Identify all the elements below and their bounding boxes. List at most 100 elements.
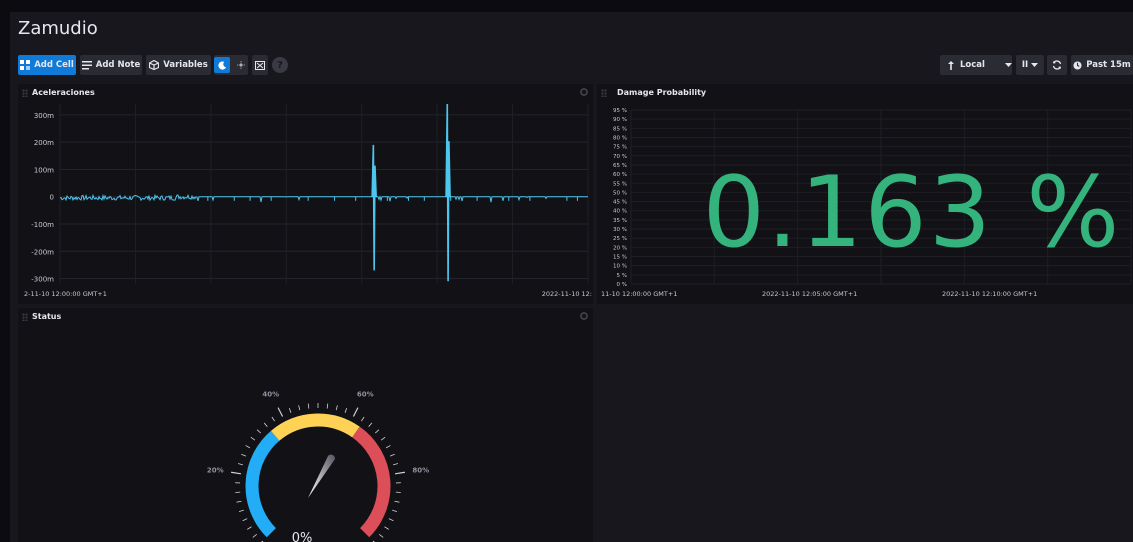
dashboard-toolbar: Add Cell Add Note Variables ? Local II P…	[18, 55, 1133, 75]
y-tick-label: 200m	[34, 139, 54, 147]
add-note-icon	[81, 60, 92, 70]
refresh-icon	[1052, 60, 1062, 70]
gauge-tick	[389, 453, 395, 457]
gauge-tick	[252, 533, 257, 538]
add-cell-label: Add Cell	[34, 60, 74, 70]
x-tick-label: 2-11-10 12:00:00 GMT+1	[24, 290, 107, 298]
gauge-tick	[394, 500, 400, 503]
y-tick-label: 300m	[34, 112, 54, 120]
gauge-tick	[394, 471, 406, 475]
gauge-tick	[245, 445, 251, 449]
gauge-value-text: 0%	[292, 531, 313, 542]
gauge-tick	[247, 526, 252, 530]
gauge-tick	[380, 436, 386, 441]
gauge-tick-label: 80%	[412, 467, 429, 475]
y-tick-label: 35 %	[613, 218, 627, 224]
dashboard-page: Zamudio Add Cell Add Note Variables ? Lo…	[10, 12, 1133, 542]
caret-down-icon	[1004, 63, 1012, 67]
arrow-up-icon	[948, 60, 954, 70]
damage-probability-chart: 95 % 90 % 85 % 80 % 75 % 70 % 65 % 60 % 55 % 50 %…	[601, 108, 1132, 298]
gauge-tick	[242, 518, 248, 522]
variables-icon	[149, 60, 160, 70]
gauge-tick	[238, 463, 244, 466]
variables-label: Variables	[163, 60, 208, 70]
gauge-tick	[335, 405, 338, 411]
y-tick-label: 75 %	[613, 145, 627, 151]
timezone-dropdown[interactable]: Local	[940, 55, 1012, 75]
y-tick-label: 20 %	[613, 245, 627, 251]
gauge-tick	[230, 471, 242, 475]
gauge-tick	[352, 407, 359, 417]
theme-toggle[interactable]	[214, 55, 248, 75]
gauge-threshold-arc	[352, 426, 391, 538]
add-note-label: Add Note	[95, 60, 141, 70]
x-tick-label: 2022-11-10 12:05:00 GMT+1	[762, 290, 857, 298]
dashboard-title: Zamudio	[18, 18, 98, 39]
help-icon[interactable]: ?	[272, 57, 288, 73]
x-tick-label: 2022-11-10 12:10:00 GMT+1	[942, 290, 1037, 298]
gauge-tick	[392, 463, 398, 466]
y-tick-label: 100m	[34, 166, 54, 174]
presentation-icon	[255, 60, 265, 70]
aceleraciones-chart: 300m 200m 100m 0 -100m -200m -300m 2-11-10 12:0…	[24, 103, 592, 298]
time-range-label: Past 15m	[1086, 60, 1131, 70]
y-tick-label: 40 %	[613, 209, 627, 215]
pause-label: II	[1021, 60, 1029, 70]
y-tick-label: 45 %	[613, 200, 627, 206]
timezone-label: Local	[960, 60, 985, 70]
y-tick-label: 80 %	[613, 135, 627, 141]
gauge-tick	[298, 405, 301, 411]
gauge-tick	[384, 526, 389, 530]
y-tick-label: 0 %	[617, 282, 627, 288]
variables-button[interactable]: Variables	[146, 55, 211, 75]
y-tick-label: 25 %	[613, 236, 627, 242]
gauge-needle	[308, 454, 336, 498]
y-tick-label: 90 %	[613, 117, 627, 123]
y-tick-label: -100m	[31, 221, 54, 229]
gauge-tick	[326, 403, 329, 409]
gauge-tick	[256, 429, 261, 434]
y-tick-label: 70 %	[613, 154, 627, 160]
gauge-tick	[385, 445, 391, 449]
gauge-tick-label: 20%	[207, 467, 224, 475]
empty-cell	[597, 308, 1133, 542]
gauge-tick-label: 40%	[262, 390, 279, 398]
gauge-tick	[241, 453, 247, 457]
series-spike	[445, 103, 451, 282]
gauge-tick	[344, 407, 348, 413]
add-note-button[interactable]: Add Note	[80, 55, 142, 75]
gauge-tick-label: 60%	[357, 390, 374, 398]
gauge-tick	[307, 403, 310, 409]
gauge-tick	[375, 429, 380, 434]
presentation-mode-button[interactable]	[252, 55, 268, 75]
gauge-tick	[236, 500, 242, 503]
y-tick-label: 65 %	[613, 163, 627, 169]
refresh-button[interactable]	[1047, 55, 1067, 75]
gauge-tick	[263, 422, 268, 427]
time-range-dropdown[interactable]: Past 15m	[1071, 55, 1133, 75]
y-tick-label: 30 %	[613, 227, 627, 233]
y-tick-label: 10 %	[613, 264, 627, 270]
add-cell-icon	[20, 60, 31, 70]
clock-icon	[1073, 60, 1082, 70]
y-tick-label: -300m	[31, 276, 54, 284]
moon-icon[interactable]	[214, 57, 230, 73]
x-tick-label: 11-10 12:00:00 GMT+1	[601, 290, 677, 298]
add-cell-button[interactable]: Add Cell	[18, 55, 76, 75]
y-tick-label: 15 %	[613, 255, 627, 261]
gauge-tick	[250, 436, 256, 441]
sun-icon[interactable]	[234, 57, 248, 73]
gauge-tick	[368, 422, 373, 427]
y-tick-label: -200m	[31, 248, 54, 256]
gauge-tick	[288, 407, 292, 413]
pause-dropdown[interactable]: II	[1016, 55, 1044, 75]
aceleraciones-panel: Aceleraciones 300m 200m 100m 0 -100m -200m -30…	[18, 84, 593, 304]
gauge-tick	[379, 533, 384, 538]
gauge-tick	[388, 518, 394, 522]
y-tick-label: 0	[50, 194, 54, 202]
gauge-tick	[238, 509, 244, 513]
damage-probability-panel: Damage Probability 95 % 90 % 85 % 80 % 75 % 7…	[597, 84, 1133, 304]
y-tick-label: 50 %	[613, 190, 627, 196]
y-tick-label: 85 %	[613, 126, 627, 132]
y-tick-label: 60 %	[613, 172, 627, 178]
